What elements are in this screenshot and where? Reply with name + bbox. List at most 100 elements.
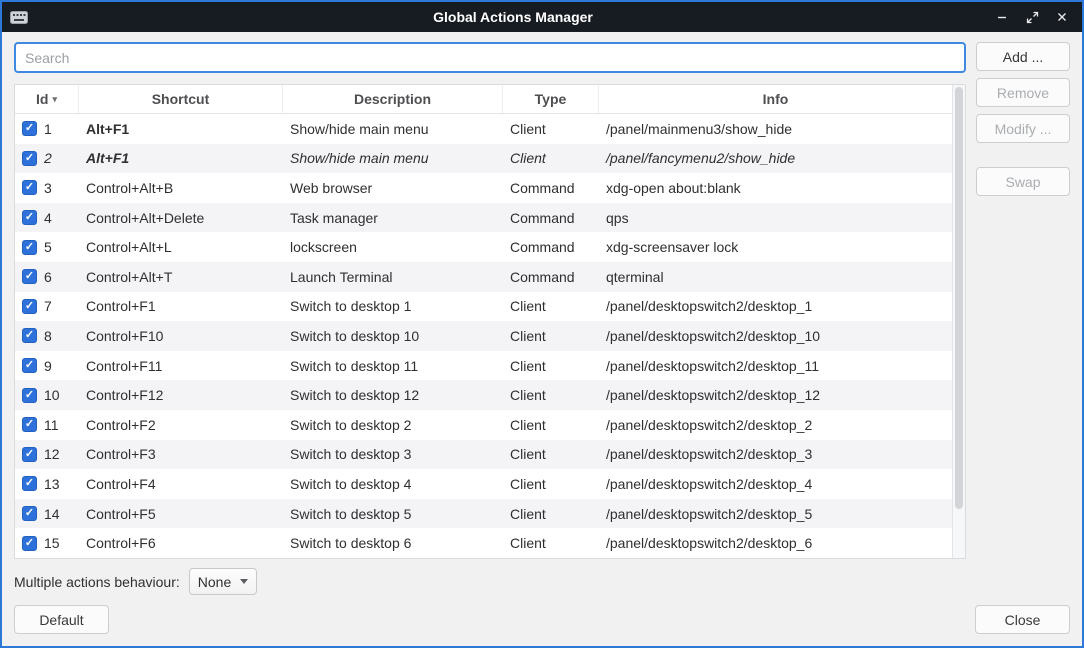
row-type: Command bbox=[503, 180, 599, 196]
scrollbar-thumb[interactable] bbox=[955, 87, 963, 509]
row-description: Switch to desktop 5 bbox=[283, 506, 503, 522]
row-checkbox[interactable]: ✓ bbox=[22, 358, 37, 373]
column-header-info[interactable]: Info bbox=[599, 85, 952, 113]
row-info: /panel/desktopswitch2/desktop_1 bbox=[599, 298, 952, 314]
row-id: 11 bbox=[44, 417, 59, 433]
chevron-down-icon bbox=[240, 579, 248, 584]
row-id: 7 bbox=[44, 298, 52, 314]
shortcuts-table: Id ▾ Shortcut Description Type Info ✓ 1 … bbox=[14, 84, 966, 559]
column-header-shortcut[interactable]: Shortcut bbox=[79, 85, 283, 113]
row-checkbox[interactable]: ✓ bbox=[22, 506, 37, 521]
row-checkbox[interactable]: ✓ bbox=[22, 240, 37, 255]
row-type: Client bbox=[503, 358, 599, 374]
row-description: Switch to desktop 2 bbox=[283, 417, 503, 433]
row-id: 6 bbox=[44, 269, 52, 285]
titlebar: Global Actions Manager bbox=[2, 2, 1082, 32]
row-shortcut: Control+F3 bbox=[79, 446, 283, 462]
row-id: 13 bbox=[44, 476, 60, 492]
table-row[interactable]: ✓ 8 Control+F10 Switch to desktop 10 Cli… bbox=[15, 321, 952, 351]
search-input[interactable] bbox=[14, 42, 966, 73]
behaviour-dropdown[interactable]: None bbox=[189, 568, 257, 595]
row-type: Client bbox=[503, 446, 599, 462]
row-checkbox[interactable]: ✓ bbox=[22, 388, 37, 403]
table-row[interactable]: ✓ 15 Control+F6 Switch to desktop 6 Clie… bbox=[15, 528, 952, 558]
row-checkbox[interactable]: ✓ bbox=[22, 476, 37, 491]
restore-button[interactable] bbox=[1024, 9, 1040, 25]
row-info: qterminal bbox=[599, 269, 952, 285]
row-shortcut: Control+F10 bbox=[79, 328, 283, 344]
table-row[interactable]: ✓ 11 Control+F2 Switch to desktop 2 Clie… bbox=[15, 410, 952, 440]
row-checkbox[interactable]: ✓ bbox=[22, 417, 37, 432]
close-window-button[interactable] bbox=[1054, 9, 1070, 25]
table-row[interactable]: ✓ 7 Control+F1 Switch to desktop 1 Clien… bbox=[15, 292, 952, 322]
row-type: Client bbox=[503, 150, 599, 166]
swap-button[interactable]: Swap bbox=[976, 167, 1070, 196]
table-row[interactable]: ✓ 1 Alt+F1 Show/hide main menu Client /p… bbox=[15, 114, 952, 144]
row-shortcut: Control+Alt+Delete bbox=[79, 210, 283, 226]
row-checkbox[interactable]: ✓ bbox=[22, 447, 37, 462]
row-description: Switch to desktop 3 bbox=[283, 446, 503, 462]
row-type: Client bbox=[503, 417, 599, 433]
table-row[interactable]: ✓ 6 Control+Alt+T Launch Terminal Comman… bbox=[15, 262, 952, 292]
row-description: Launch Terminal bbox=[283, 269, 503, 285]
row-shortcut: Control+F12 bbox=[79, 387, 283, 403]
row-checkbox[interactable]: ✓ bbox=[22, 121, 37, 136]
dialog-content: Id ▾ Shortcut Description Type Info ✓ 1 … bbox=[2, 32, 1082, 646]
row-type: Client bbox=[503, 298, 599, 314]
row-info: /panel/desktopswitch2/desktop_12 bbox=[599, 387, 952, 403]
row-info: /panel/desktopswitch2/desktop_10 bbox=[599, 328, 952, 344]
row-checkbox[interactable]: ✓ bbox=[22, 151, 37, 166]
row-shortcut: Alt+F1 bbox=[79, 121, 283, 137]
window-menu-keyboard-icon[interactable] bbox=[10, 9, 32, 25]
row-checkbox[interactable]: ✓ bbox=[22, 210, 37, 225]
row-description: Switch to desktop 4 bbox=[283, 476, 503, 492]
vertical-scrollbar[interactable] bbox=[952, 85, 965, 558]
table-row[interactable]: ✓ 2 Alt+F1 Show/hide main menu Client /p… bbox=[15, 144, 952, 174]
column-header-id[interactable]: Id ▾ bbox=[15, 85, 79, 113]
row-description: Show/hide main menu bbox=[283, 150, 503, 166]
table-row[interactable]: ✓ 14 Control+F5 Switch to desktop 5 Clie… bbox=[15, 499, 952, 529]
row-checkbox[interactable]: ✓ bbox=[22, 299, 37, 314]
default-button[interactable]: Default bbox=[14, 605, 109, 634]
row-shortcut: Control+Alt+B bbox=[79, 180, 283, 196]
close-button[interactable]: Close bbox=[975, 605, 1070, 634]
table-row[interactable]: ✓ 9 Control+F11 Switch to desktop 11 Cli… bbox=[15, 351, 952, 381]
action-buttons: Add ... Remove Modify ... Swap bbox=[976, 42, 1070, 595]
row-checkbox[interactable]: ✓ bbox=[22, 269, 37, 284]
row-description: Switch to desktop 11 bbox=[283, 358, 503, 374]
table-row[interactable]: ✓ 13 Control+F4 Switch to desktop 4 Clie… bbox=[15, 469, 952, 499]
row-shortcut: Control+F4 bbox=[79, 476, 283, 492]
table-row[interactable]: ✓ 3 Control+Alt+B Web browser Command xd… bbox=[15, 173, 952, 203]
row-info: /panel/desktopswitch2/desktop_11 bbox=[599, 358, 952, 374]
row-description: Switch to desktop 1 bbox=[283, 298, 503, 314]
row-checkbox[interactable]: ✓ bbox=[22, 180, 37, 195]
modify-button[interactable]: Modify ... bbox=[976, 114, 1070, 143]
row-type: Client bbox=[503, 506, 599, 522]
row-type: Client bbox=[503, 535, 599, 551]
row-id: 4 bbox=[44, 210, 52, 226]
column-header-description[interactable]: Description bbox=[283, 85, 503, 113]
row-info: /panel/fancymenu2/show_hide bbox=[599, 150, 952, 166]
row-info: /panel/desktopswitch2/desktop_6 bbox=[599, 535, 952, 551]
row-id: 15 bbox=[44, 535, 60, 551]
row-info: qps bbox=[599, 210, 952, 226]
table-row[interactable]: ✓ 4 Control+Alt+Delete Task manager Comm… bbox=[15, 203, 952, 233]
row-checkbox[interactable]: ✓ bbox=[22, 536, 37, 551]
row-type: Client bbox=[503, 476, 599, 492]
row-id: 2 bbox=[44, 150, 52, 166]
table-row[interactable]: ✓ 10 Control+F12 Switch to desktop 12 Cl… bbox=[15, 380, 952, 410]
column-header-type[interactable]: Type bbox=[503, 85, 599, 113]
table-row[interactable]: ✓ 12 Control+F3 Switch to desktop 3 Clie… bbox=[15, 440, 952, 470]
row-shortcut: Control+F11 bbox=[79, 358, 283, 374]
row-type: Command bbox=[503, 269, 599, 285]
row-id: 8 bbox=[44, 328, 52, 344]
minimize-button[interactable] bbox=[994, 9, 1010, 25]
global-actions-manager-window: Global Actions Manager bbox=[0, 0, 1084, 648]
table-row[interactable]: ✓ 5 Control+Alt+L lockscreen Command xdg… bbox=[15, 232, 952, 262]
row-info: xdg-open about:blank bbox=[599, 180, 952, 196]
remove-button[interactable]: Remove bbox=[976, 78, 1070, 107]
row-description: Web browser bbox=[283, 180, 503, 196]
row-info: /panel/desktopswitch2/desktop_3 bbox=[599, 446, 952, 462]
add-button[interactable]: Add ... bbox=[976, 42, 1070, 71]
row-checkbox[interactable]: ✓ bbox=[22, 328, 37, 343]
